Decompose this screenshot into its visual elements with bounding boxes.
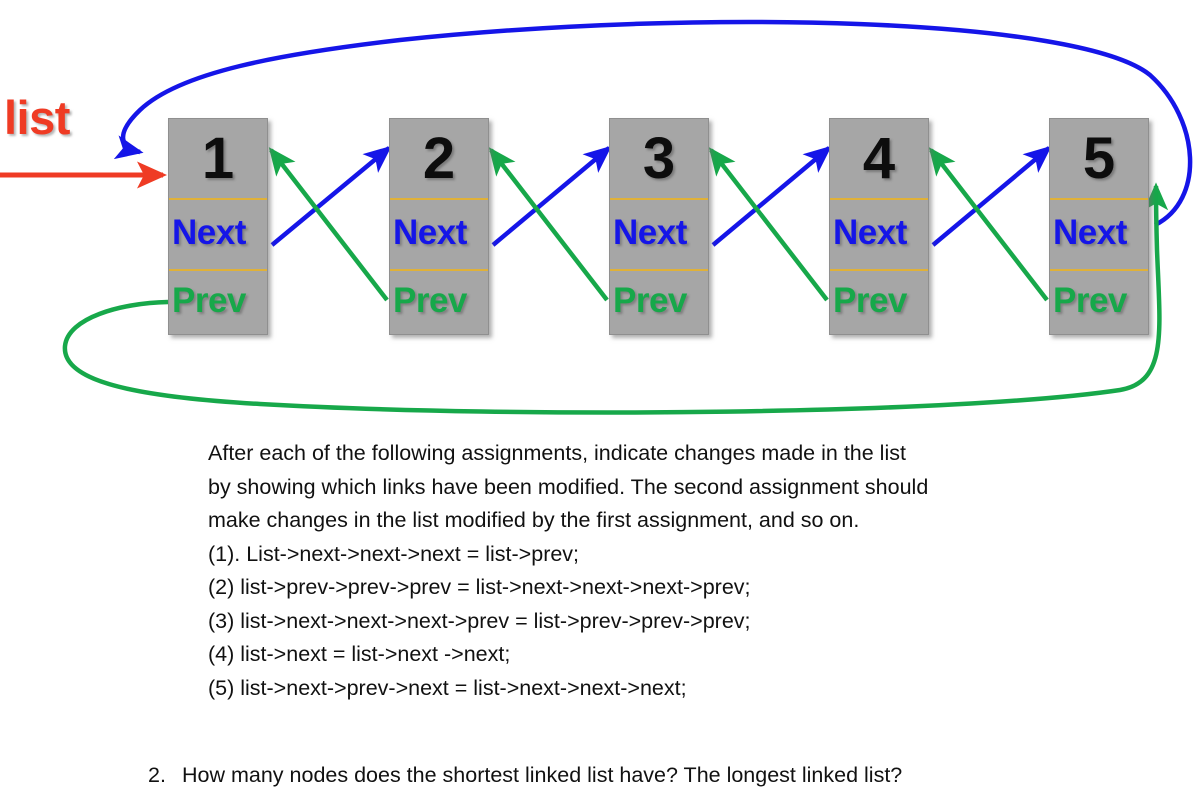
node-next-cell: Next [610, 200, 708, 271]
question-number: 2. [148, 763, 166, 787]
node-prev-cell: Prev [1050, 271, 1148, 334]
node-value: 1 [201, 126, 235, 191]
question-text: How many nodes does the shortest linked … [182, 763, 903, 787]
next-arrow-2-3 [491, 145, 612, 247]
node-value-cell: 2 [390, 119, 488, 200]
assignment-item-4: (4) list->next = list->next ->next; [208, 642, 511, 666]
slide-canvas: list 1 Next Prev 2 Next Prev 3 Next Prev [0, 0, 1200, 796]
node-next-label: Next [172, 213, 246, 252]
list-node-4[interactable]: 4 Next Prev [829, 118, 929, 335]
node-prev-label: Prev [613, 281, 687, 320]
node-next-cell: Next [1050, 200, 1148, 271]
assignment-item-1: (1). List->next->next->next = list->prev… [208, 541, 580, 566]
node-value-cell: 4 [830, 119, 928, 200]
node-next-label: Next [833, 213, 907, 252]
node-next-cell: Next [169, 200, 267, 271]
node-next-label: Next [1053, 213, 1127, 252]
node-prev-cell: Prev [169, 271, 267, 334]
node-next-label: Next [613, 213, 687, 252]
node-next-cell: Next [830, 200, 928, 271]
node-value-cell: 1 [169, 119, 267, 200]
node-value: 3 [642, 126, 676, 191]
prev-arrow-5-4 [928, 147, 1049, 302]
node-next-label: Next [393, 213, 467, 252]
instruction-line-1: After each of the following assignments,… [208, 441, 906, 465]
list-node-1[interactable]: 1 Next Prev [168, 118, 268, 335]
question-item-2: 2. How many nodes does the shortest linke… [148, 760, 902, 790]
instruction-line-2: by showing which links have been modifie… [208, 474, 929, 499]
assignment-item-3: (3) list->next->next->next->prev = list-… [208, 608, 751, 633]
next-arrow-1-2 [270, 145, 392, 247]
node-value: 2 [422, 126, 456, 191]
list-node-5[interactable]: 5 Next Prev [1049, 118, 1149, 335]
next-arrow-4-5 [931, 145, 1052, 247]
prev-arrow-4-3 [708, 147, 829, 302]
node-prev-label: Prev [393, 281, 467, 320]
node-prev-cell: Prev [830, 271, 928, 334]
instruction-line-3: make changes in the list modified by the… [208, 508, 860, 532]
node-prev-label: Prev [1053, 281, 1127, 320]
prev-arrow-2-1 [268, 147, 389, 302]
node-value-cell: 5 [1050, 119, 1148, 200]
prev-arrow-3-2 [488, 147, 609, 302]
instructions-block: After each of the following assignments,… [208, 437, 1088, 705]
assignment-item-5: (5) list->next->prev->next = list->next-… [208, 675, 687, 700]
next-arrow-3-4 [711, 145, 832, 247]
list-node-2[interactable]: 2 Next Prev [389, 118, 489, 335]
node-prev-cell: Prev [610, 271, 708, 334]
node-value: 4 [862, 126, 896, 191]
node-prev-label: Prev [172, 281, 246, 320]
assignment-item-2: (2) list->prev->prev->prev = list->next-… [208, 575, 751, 599]
node-value-cell: 3 [610, 119, 708, 200]
node-prev-label: Prev [833, 281, 907, 320]
node-value: 5 [1082, 126, 1116, 191]
node-next-cell: Next [390, 200, 488, 271]
list-node-3[interactable]: 3 Next Prev [609, 118, 709, 335]
node-prev-cell: Prev [390, 271, 488, 334]
list-pointer-label: list [4, 91, 70, 144]
